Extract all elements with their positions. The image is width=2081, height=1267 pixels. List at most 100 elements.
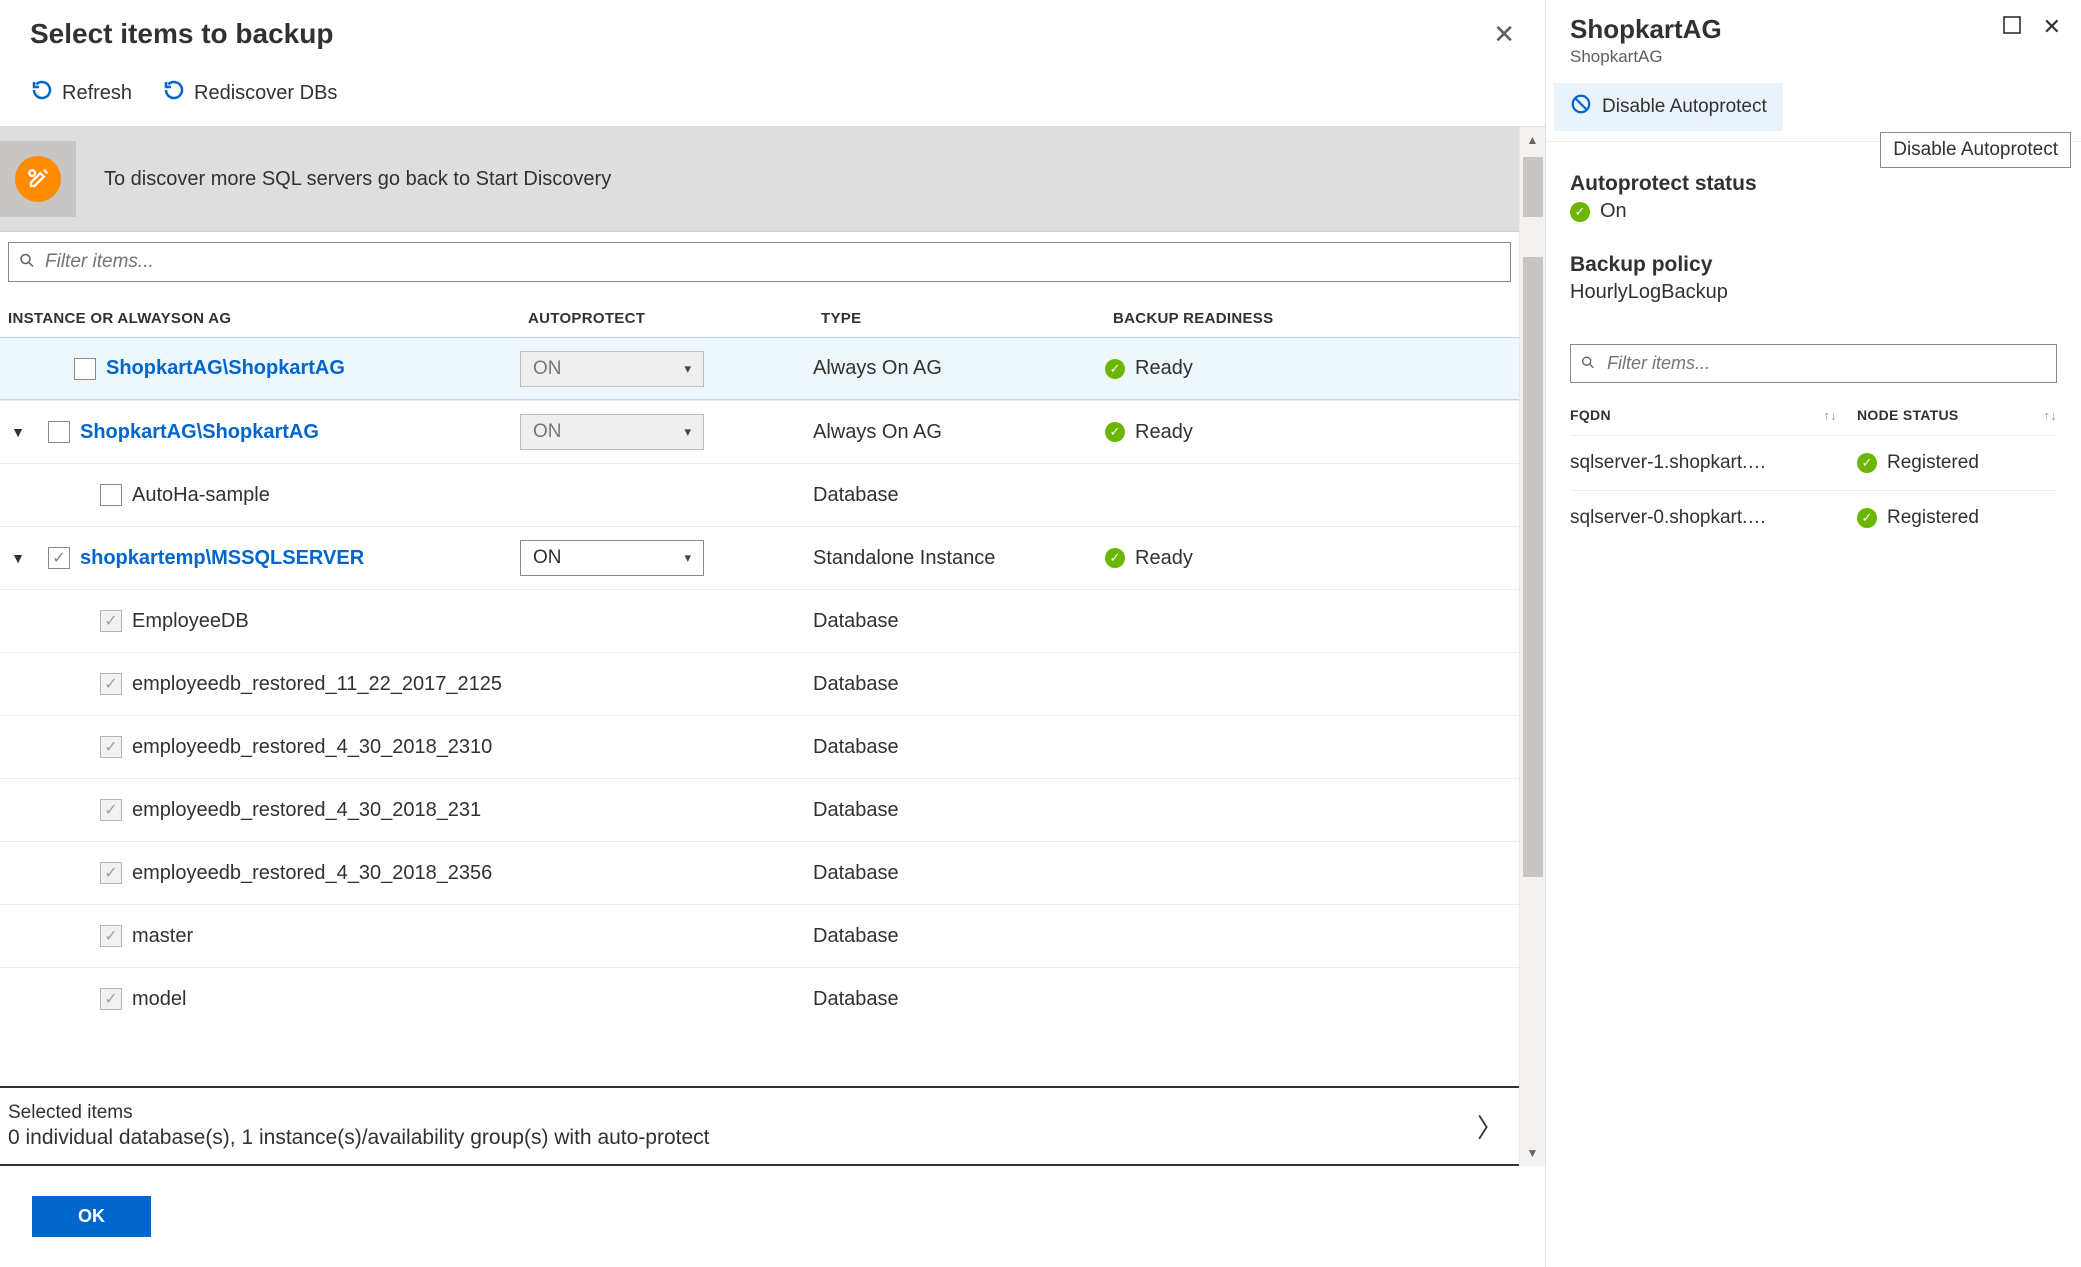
info-banner: To discover more SQL servers go back to … — [0, 127, 1519, 232]
table-row[interactable]: ▼ ShopkartAG\ShopkartAG ON▾ Always On AGRea… — [0, 400, 1519, 463]
table-row[interactable]: ▼employeedb_restored_11_22_2017_2125Data… — [0, 652, 1519, 715]
row-checkbox — [100, 925, 122, 947]
autoprotect-status-value: On — [1600, 200, 1627, 223]
scroll-up-icon[interactable]: ▲ — [1520, 127, 1545, 153]
row-type: Database — [813, 673, 1105, 696]
row-readiness: Ready — [1105, 547, 1519, 570]
filter-input[interactable] — [8, 242, 1511, 282]
details-columns: FQDN ↑↓ NODE STATUS ↑↓ — [1570, 395, 2057, 435]
vertical-scrollbar[interactable]: ▲ ▼ — [1519, 127, 1545, 1166]
refresh-button[interactable]: Refresh — [30, 78, 132, 108]
row-label: employeedb_restored_4_30_2018_2356 — [132, 862, 492, 885]
disable-autoprotect-label: Disable Autoprotect — [1602, 96, 1767, 118]
list-item[interactable]: sqlserver-1.shopkart.…Registered — [1570, 435, 2057, 490]
row-checkbox — [100, 610, 122, 632]
table-row[interactable]: ▼masterDatabase — [0, 904, 1519, 967]
tree-rows: ▼ShopkartAG\ShopkartAGON▾Always On AGRea… — [0, 337, 1519, 1030]
autoprotect-select: ON▾ — [520, 414, 704, 450]
row-checkbox[interactable] — [100, 484, 122, 506]
node-status: Registered — [1857, 452, 2057, 474]
row-label: AutoHa-sample — [132, 484, 270, 507]
row-type: Always On AG — [813, 421, 1105, 444]
ok-button[interactable]: OK — [32, 1196, 151, 1237]
check-icon — [1857, 453, 1877, 473]
tools-icon — [0, 141, 76, 217]
table-row[interactable]: ▼ shopkartemp\MSSQLSERVER ON▾ Standalone In… — [0, 526, 1519, 589]
row-readiness: Ready — [1105, 421, 1519, 444]
table-row[interactable]: ▼employeedb_restored_4_30_2018_2356Datab… — [0, 841, 1519, 904]
table-row[interactable]: ▼AutoHa-sampleDatabase — [0, 463, 1519, 526]
table-row[interactable]: ▼ShopkartAG\ShopkartAGON▾Always On AGRea… — [0, 337, 1519, 400]
table-row[interactable]: ▼modelDatabase — [0, 967, 1519, 1030]
chevron-down-icon: ▾ — [684, 361, 691, 377]
details-rows: sqlserver-1.shopkart.…Registeredsqlserve… — [1570, 435, 2057, 545]
check-icon — [1857, 508, 1877, 528]
row-label[interactable]: shopkartemp\MSSQLSERVER — [80, 547, 364, 570]
row-label[interactable]: ShopkartAG\ShopkartAG — [106, 357, 345, 380]
disable-autoprotect-button[interactable]: Disable Autoprotect — [1554, 83, 1783, 131]
row-label: employeedb_restored_11_22_2017_2125 — [132, 673, 502, 696]
chevron-down-icon[interactable]: ▼ — [8, 424, 28, 440]
panel-title: Select items to backup — [30, 18, 333, 50]
selected-items-footer[interactable]: Selected items 0 individual database(s),… — [0, 1086, 1519, 1166]
refresh-label: Refresh — [62, 82, 132, 105]
search-icon — [18, 252, 36, 273]
details-header: ShopkartAG ShopkartAG ✕ — [1546, 0, 2081, 73]
row-checkbox[interactable] — [48, 547, 70, 569]
info-text: To discover more SQL servers go back to … — [104, 168, 611, 191]
row-checkbox[interactable] — [48, 421, 70, 443]
content-area: To discover more SQL servers go back to … — [0, 127, 1545, 1166]
table-row[interactable]: ▼EmployeeDBDatabase — [0, 589, 1519, 652]
scroll-down-icon[interactable]: ▼ — [1520, 1140, 1545, 1166]
chevron-right-icon[interactable]: 〉 — [1477, 1108, 1503, 1145]
rediscover-label: Rediscover DBs — [194, 82, 337, 105]
row-label: employeedb_restored_4_30_2018_231 — [132, 799, 481, 822]
col-type[interactable]: TYPE — [821, 310, 1113, 327]
col-instance[interactable]: INSTANCE OR ALWAYSON AG — [8, 310, 528, 327]
row-type: Database — [813, 610, 1105, 633]
col-autoprotect[interactable]: AUTOPROTECT — [528, 310, 821, 327]
table-row[interactable]: ▼employeedb_restored_4_30_2018_2310Datab… — [0, 715, 1519, 778]
chevron-down-icon[interactable]: ▼ — [8, 550, 28, 566]
row-label: master — [132, 925, 193, 948]
row-checkbox — [100, 736, 122, 758]
col-readiness[interactable]: BACKUP READINESS — [1113, 310, 1511, 327]
row-label[interactable]: ShopkartAG\ShopkartAG — [80, 421, 319, 444]
refresh-icon — [30, 78, 54, 108]
check-icon — [1570, 202, 1590, 222]
actions-bar: OK — [0, 1166, 1545, 1267]
table-row[interactable]: ▼employeedb_restored_4_30_2018_231Databa… — [0, 778, 1519, 841]
details-filter-input[interactable] — [1570, 344, 2057, 383]
row-type: Always On AG — [813, 357, 1105, 380]
details-panel: ShopkartAG ShopkartAG ✕ Disable Autoprot… — [1546, 0, 2081, 1267]
chevron-down-icon: ▾ — [684, 424, 691, 440]
scroll-thumb-main[interactable] — [1523, 257, 1543, 877]
details-body: Disable Autoprotect Autoprotect status O… — [1546, 142, 2081, 575]
autoprotect-select: ON▾ — [520, 351, 704, 387]
panel-header: Select items to backup ✕ — [0, 0, 1545, 68]
row-type: Standalone Instance — [813, 547, 1105, 570]
maximize-icon[interactable] — [2003, 14, 2021, 40]
check-icon — [1105, 548, 1125, 568]
row-checkbox[interactable] — [74, 358, 96, 380]
footer-summary: 0 individual database(s), 1 instance(s)/… — [8, 1126, 710, 1150]
close-icon[interactable]: ✕ — [2043, 14, 2061, 40]
toolbar: Refresh Rediscover DBs — [0, 68, 1545, 127]
scroll-thumb-upper[interactable] — [1523, 157, 1543, 217]
backup-policy-label: Backup policy — [1570, 253, 2057, 277]
rediscover-button[interactable]: Rediscover DBs — [162, 78, 337, 108]
list-item[interactable]: sqlserver-0.shopkart.…Registered — [1570, 490, 2057, 545]
close-icon[interactable]: ✕ — [1493, 19, 1515, 50]
row-label: model — [132, 988, 186, 1011]
col-fqdn[interactable]: FQDN ↑↓ — [1570, 407, 1857, 423]
fqdn-value: sqlserver-1.shopkart.… — [1570, 452, 1857, 474]
col-node-status[interactable]: NODE STATUS ↑↓ — [1857, 407, 2057, 423]
search-icon — [1580, 354, 1596, 373]
row-label: employeedb_restored_4_30_2018_2310 — [132, 736, 492, 759]
row-type: Database — [813, 736, 1105, 759]
check-icon — [1105, 359, 1125, 379]
row-readiness: Ready — [1105, 357, 1519, 380]
details-subtitle: ShopkartAG — [1570, 47, 1722, 67]
sort-icon: ↑↓ — [2043, 408, 2057, 423]
autoprotect-select[interactable]: ON▾ — [520, 540, 704, 576]
